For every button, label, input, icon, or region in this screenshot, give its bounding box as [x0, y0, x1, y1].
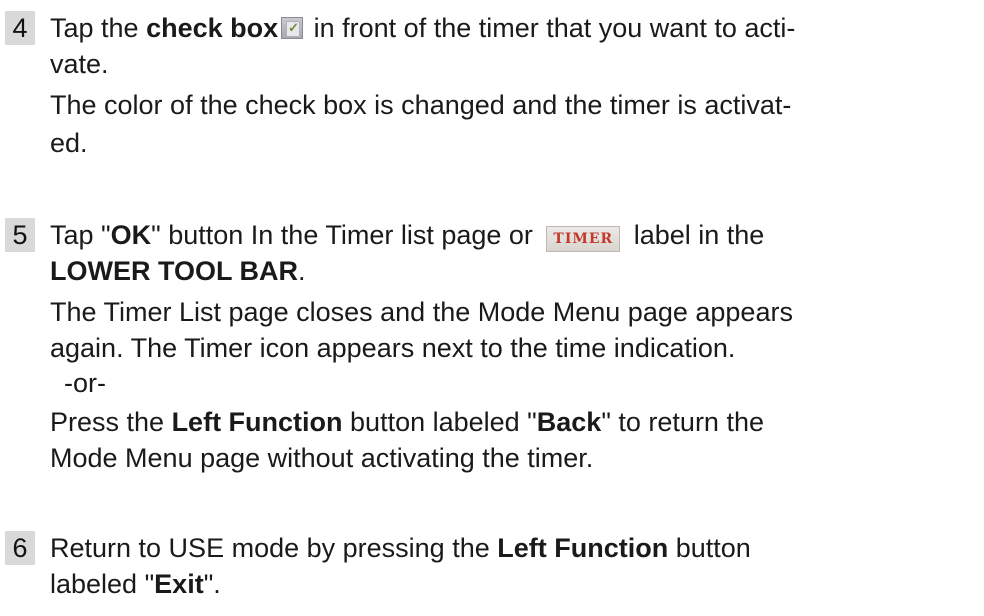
emphasis: Left Function: [497, 533, 669, 563]
step-line: ed.: [50, 128, 88, 158]
step-line: The color of the check box is changed an…: [50, 90, 792, 120]
emphasis: OK: [110, 220, 152, 250]
step-line: Return to USE mode by pressing the Left …: [50, 533, 751, 563]
emphasis: LOWER TOOL BAR: [50, 256, 298, 286]
emphasis: check box: [146, 13, 279, 43]
emphasis: Back: [536, 407, 602, 437]
step-line: Tap the check box ✓ in front of the timer…: [50, 13, 796, 43]
step-line: -or-: [64, 368, 106, 398]
step-line: Mode Menu page without activating the ti…: [50, 443, 594, 473]
step-number: 6: [5, 531, 35, 565]
step-line: The Timer List page closes and the Mode …: [50, 297, 793, 327]
step-number: 4: [5, 11, 35, 45]
step-line: Press the Left Function button labeled "…: [50, 407, 764, 437]
step-number: 5: [5, 218, 35, 252]
timer-label-icon: TIMER: [546, 226, 621, 252]
step-line: Tap "OK" button In the Timer list page o…: [50, 220, 765, 252]
step-line: again. The Timer icon appears next to th…: [50, 333, 736, 363]
step-line: labeled "Exit".: [50, 569, 221, 599]
step-line: vate.: [50, 49, 109, 79]
emphasis: Exit: [154, 569, 204, 599]
checkbox-icon: ✓: [281, 17, 304, 39]
step-line: LOWER TOOL BAR.: [50, 256, 306, 286]
emphasis: Left Function: [171, 407, 343, 437]
